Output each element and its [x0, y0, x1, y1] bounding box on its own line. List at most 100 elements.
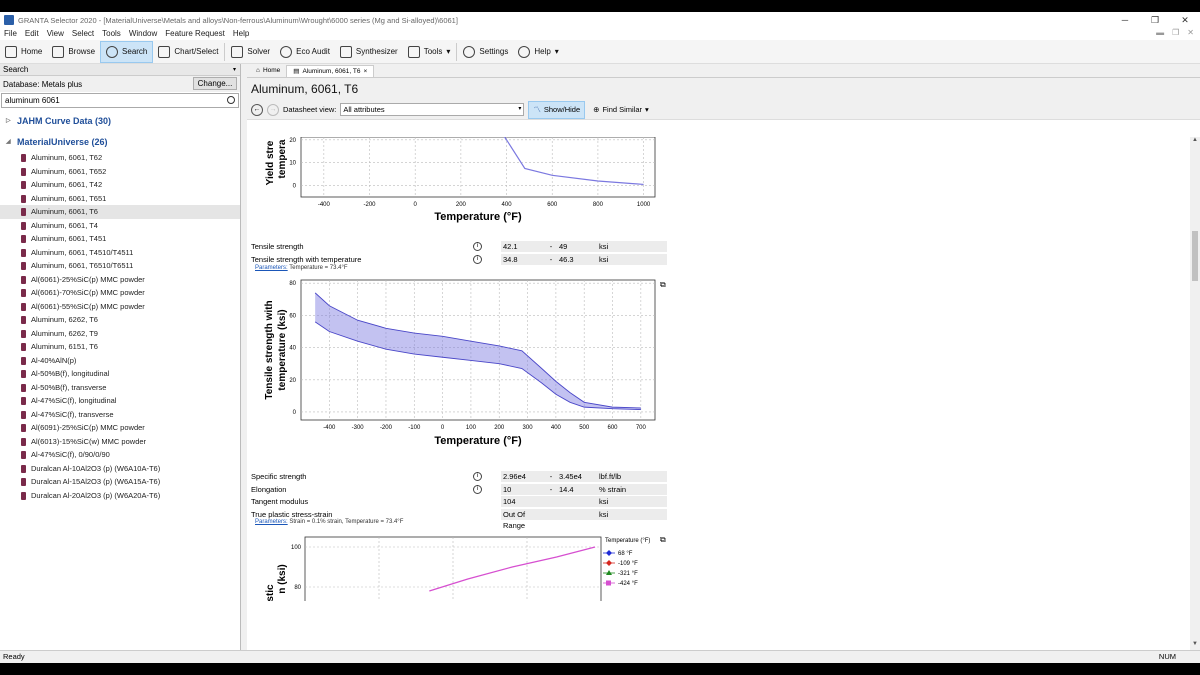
x-axis-label: Temperature (°F)	[434, 435, 522, 447]
info-icon[interactable]: i	[473, 472, 482, 482]
home-icon	[5, 45, 17, 58]
attribute-unit: ksi	[597, 253, 667, 265]
datasheet-view-select[interactable]: All attributes ▾	[340, 103, 525, 116]
datasheet-scrollbar[interactable]: ▲ ▼	[1190, 137, 1200, 650]
result-item[interactable]: Al-50%B(f), longitudinal	[0, 367, 240, 381]
export-chart-icon[interactable]: ⧉	[660, 280, 666, 290]
attribute-high-value: 14.4	[557, 483, 597, 495]
main-toolbar: Home Browse Search Chart/Select Solver E…	[0, 40, 1200, 64]
result-item[interactable]: Aluminum, 6061, T42	[0, 178, 240, 192]
menu-window[interactable]: Window	[125, 28, 161, 40]
result-item-label: Aluminum, 6061, T62	[31, 153, 103, 162]
result-item[interactable]: Aluminum, 6262, T6	[0, 313, 240, 327]
back-arrow-icon[interactable]: ←	[251, 103, 263, 116]
menu-select[interactable]: Select	[68, 28, 98, 40]
pin-icon[interactable]: ▾	[233, 64, 236, 76]
result-item[interactable]: Al(6061)-70%SiC(p) MMC powder	[0, 286, 240, 300]
info-icon[interactable]: i	[473, 254, 482, 264]
solver-button[interactable]: Solver	[226, 41, 275, 63]
forward-arrow-icon[interactable]: →	[267, 103, 279, 116]
home-button[interactable]: Home	[0, 41, 47, 63]
attribute-high-value	[557, 508, 597, 520]
result-item[interactable]: Aluminum, 6061, T6510/T6511	[0, 259, 240, 273]
datasheet-book-icon	[21, 491, 26, 500]
export-chart-icon[interactable]: ⧉	[660, 535, 666, 545]
result-item[interactable]: Al-47%SiC(f), transverse	[0, 408, 240, 422]
result-item-label: Al(6061)-70%SiC(p) MMC powder	[31, 288, 145, 297]
attribute-low-value: 42.1	[501, 241, 543, 253]
menu-help[interactable]: Help	[229, 28, 253, 40]
parameters-link[interactable]: Parameters:	[255, 519, 288, 525]
result-item[interactable]: Aluminum, 6061, T652	[0, 165, 240, 179]
synthesizer-button[interactable]: Synthesizer	[335, 41, 403, 63]
group-jahm-curve-data[interactable]: ▷ JAHM Curve Data (30)	[0, 114, 240, 128]
result-item[interactable]: Duralcan Al-15Al2O3 (p) (W6A15A-T6)	[0, 475, 240, 489]
datasheet-book-icon	[21, 275, 26, 284]
result-item[interactable]: Aluminum, 6061, T4	[0, 219, 240, 233]
tab-aluminum-6061-t6[interactable]: ▤ Aluminum, 6061, T6 ×	[286, 65, 375, 78]
result-item[interactable]: Al-47%SiC(f), 0/90/0/90	[0, 448, 240, 462]
mdi-restore-icon[interactable]: ❐	[1172, 28, 1179, 37]
tools-button[interactable]: Tools ▾	[403, 41, 456, 63]
result-item[interactable]: Aluminum, 6061, T62	[0, 151, 240, 165]
result-item[interactable]: Duralcan Al-20Al2O3 (p) (W6A20A-T6)	[0, 489, 240, 503]
scrollbar-thumb[interactable]	[1192, 231, 1198, 281]
result-item[interactable]: Al(6091)-25%SiC(p) MMC powder	[0, 421, 240, 435]
result-item[interactable]: Al-50%B(f), transverse	[0, 381, 240, 395]
parameters-link[interactable]: Parameters:	[255, 265, 288, 271]
result-item[interactable]: Al(6061)-25%SiC(p) MMC powder	[0, 273, 240, 287]
maximize-button[interactable]: ❐	[1140, 12, 1170, 28]
find-similar-button[interactable]: ⊕ Find Similar ▾	[589, 105, 653, 114]
search-icon[interactable]	[227, 96, 235, 104]
datasheet-book-icon	[21, 410, 26, 419]
result-item[interactable]: Al-40%AlN(p)	[0, 354, 240, 368]
show-hide-button[interactable]: 〽 Show/Hide	[528, 100, 586, 119]
menu-tools[interactable]: Tools	[98, 28, 125, 40]
result-item[interactable]: Aluminum, 6151, T6	[0, 340, 240, 354]
scroll-up-icon[interactable]: ▲	[1192, 137, 1198, 143]
result-item-label: Al-47%SiC(f), longitudinal	[31, 396, 117, 405]
browse-button[interactable]: Browse	[47, 41, 100, 63]
tab-home[interactable]: ⌂ Home	[250, 65, 286, 77]
result-item[interactable]: Aluminum, 6061, T451	[0, 232, 240, 246]
result-item[interactable]: Al(6061)-55%SiC(p) MMC powder	[0, 300, 240, 314]
legend-entry: 68 °F	[618, 551, 633, 557]
minimize-button[interactable]: ─	[1110, 12, 1140, 28]
result-item[interactable]: Duralcan Al-10Al2O3 (p) (W6A10A-T6)	[0, 462, 240, 476]
chevron-down-icon: ▾	[645, 105, 649, 114]
settings-button[interactable]: Settings	[458, 41, 513, 63]
mdi-minimize-icon[interactable]: ▬	[1156, 28, 1164, 37]
legend-title: Temperature (°F)	[605, 538, 650, 544]
close-button[interactable]: ✕	[1170, 12, 1200, 28]
expand-arrow-icon[interactable]: ▷	[6, 114, 12, 128]
result-item[interactable]: Aluminum, 6262, T9	[0, 327, 240, 341]
change-database-button[interactable]: Change...	[193, 77, 237, 90]
result-item[interactable]: Aluminum, 6061, T651	[0, 192, 240, 206]
group-material-universe[interactable]: ◢ MaterialUniverse (26)	[0, 135, 240, 149]
result-item[interactable]: Al(6013)-15%SiC(w) MMC powder	[0, 435, 240, 449]
chart-select-button[interactable]: Chart/Select	[153, 41, 223, 63]
result-item[interactable]: Aluminum, 6061, T4510/T4511	[0, 246, 240, 260]
result-item[interactable]: Aluminum, 6061, T6	[0, 205, 240, 219]
info-icon[interactable]: i	[473, 242, 482, 252]
menu-edit[interactable]: Edit	[21, 28, 43, 40]
mdi-close-icon[interactable]: ✕	[1187, 28, 1194, 37]
eco-audit-button[interactable]: Eco Audit	[275, 41, 335, 63]
result-item[interactable]: Al-47%SiC(f), longitudinal	[0, 394, 240, 408]
search-input[interactable]: aluminum 6061	[1, 93, 239, 108]
menu-view[interactable]: View	[43, 28, 68, 40]
y-axis-label-line: Yield stre	[265, 140, 276, 185]
collapse-arrow-icon[interactable]: ◢	[6, 135, 12, 149]
menu-file[interactable]: File	[0, 28, 21, 40]
toolbar-divider	[224, 42, 226, 61]
tab-close-icon[interactable]: ×	[364, 66, 368, 78]
menu-feature-request[interactable]: Feature Request	[161, 28, 229, 40]
datasheet-book-icon	[21, 424, 26, 432]
result-item-label: Aluminum, 6262, T6	[31, 315, 98, 324]
x-tick-label: -200	[380, 425, 393, 431]
info-icon[interactable]: i	[473, 484, 482, 494]
help-button[interactable]: Help ▾	[513, 41, 563, 63]
y-tick-label: 0	[293, 184, 297, 190]
search-button[interactable]: Search	[100, 40, 154, 63]
scroll-down-icon[interactable]: ▼	[1192, 641, 1198, 647]
